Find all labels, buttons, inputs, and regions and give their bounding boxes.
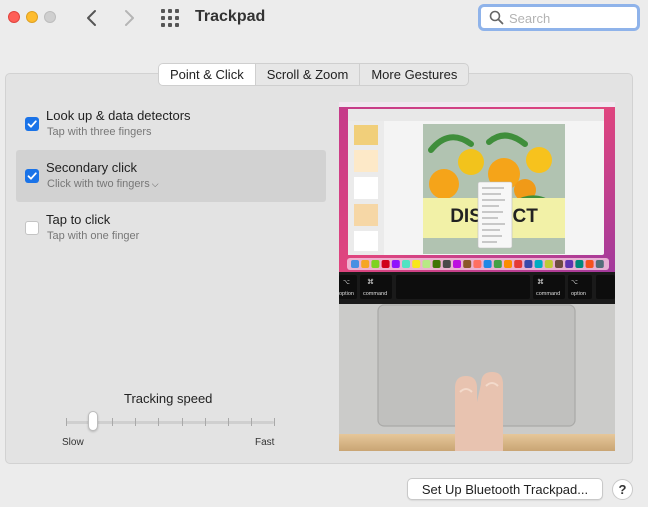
slider-tick: [205, 418, 206, 426]
dock-app-icon: [483, 260, 492, 268]
gesture-preview-video: DISTINCT ⌥ option ⌘ command ⌘ command ⌥ …: [339, 102, 615, 451]
dock-app-icon: [351, 260, 359, 268]
secondary-click-label: Secondary click: [46, 160, 138, 175]
forward-button[interactable]: [118, 7, 140, 29]
dock-app-icon: [534, 260, 543, 268]
dock-app-icon: [402, 260, 410, 268]
slider-tick: [228, 418, 229, 426]
minimize-button[interactable]: [26, 11, 38, 23]
dock-app-icon: [493, 260, 502, 268]
slider-tick: [112, 418, 113, 426]
help-button[interactable]: ?: [612, 479, 633, 500]
key-option-symbol-right: ⌥: [571, 280, 578, 286]
dock-app-icon: [371, 260, 380, 268]
tab-point-and-click[interactable]: Point & Click: [159, 64, 256, 85]
back-button[interactable]: [81, 7, 103, 29]
search-input[interactable]: [509, 9, 629, 27]
slider-tick: [274, 418, 275, 426]
dock-app-icon: [565, 260, 574, 268]
chevron-left-icon: [87, 10, 96, 26]
dock-app-icon: [473, 260, 482, 268]
secondary-click-sublabel: Click with two fingers: [47, 178, 150, 190]
look-up-label: Look up & data detectors: [46, 108, 191, 123]
dock-app-icon: [585, 260, 594, 268]
dock-app-icon: [412, 260, 421, 268]
option-look-up[interactable]: Look up & data detectors Tap with three …: [16, 98, 326, 150]
key-option-right: option: [571, 291, 586, 297]
dock-app-icon: [514, 260, 523, 268]
dock-app-icon: [504, 260, 512, 268]
dock-app-icon: [595, 260, 604, 268]
tracking-speed-label: Tracking speed: [124, 391, 213, 406]
dock-app-icon: [524, 260, 533, 268]
look-up-sublabel: Tap with three fingers: [47, 126, 152, 138]
dock-app-icon: [381, 260, 390, 268]
slider-tick: [158, 418, 159, 426]
secondary-click-menu[interactable]: Click with two fingers ⌵: [47, 178, 159, 190]
tab-more-gestures[interactable]: More Gestures: [360, 64, 468, 85]
chevron-down-icon: ⌵: [151, 179, 159, 189]
tab-bar: Point & Click Scroll & Zoom More Gesture…: [158, 63, 470, 86]
show-all-grid-icon[interactable]: [161, 9, 179, 27]
key-command-symbol-left: ⌘: [367, 278, 374, 286]
dock-app-icon: [432, 260, 441, 268]
dock-app-icon: [422, 260, 431, 268]
tap-to-click-label: Tap to click: [46, 212, 111, 227]
key-command-left: command: [363, 291, 387, 297]
window-title: Trackpad: [195, 8, 266, 25]
dock-app-icon: [463, 260, 472, 268]
slider-tick: [135, 418, 136, 426]
dock-app-icon: [555, 260, 563, 268]
slider-tick: [251, 418, 252, 426]
preview-illustration: DISTINCT ⌥ option ⌘ command ⌘ command ⌥ …: [339, 102, 615, 451]
title-bar: Trackpad: [0, 0, 648, 36]
dock-app-icon: [391, 260, 400, 268]
slider-tick: [66, 418, 67, 426]
key-option-left: option: [339, 291, 354, 297]
dock-app-icon: [361, 260, 370, 268]
slider-tick: [182, 418, 183, 426]
key-option-symbol-left: ⌥: [343, 280, 350, 286]
tab-scroll-and-zoom[interactable]: Scroll & Zoom: [256, 64, 361, 85]
option-tap-to-click[interactable]: Tap to click Tap with one finger: [16, 202, 326, 254]
look-up-checkbox[interactable]: [25, 117, 39, 131]
secondary-click-checkbox[interactable]: [25, 169, 39, 183]
key-command-right: command: [536, 291, 560, 297]
key-command-symbol-right: ⌘: [537, 278, 544, 286]
tap-to-click-checkbox[interactable]: [25, 221, 39, 235]
tracking-speed-thumb[interactable]: [88, 411, 98, 431]
dock-app-icon: [575, 260, 584, 268]
checkmark-icon: [27, 172, 37, 180]
dock-app-icon: [442, 260, 451, 268]
zoom-button[interactable]: [44, 11, 56, 23]
setup-bluetooth-trackpad-button[interactable]: Set Up Bluetooth Trackpad...: [407, 478, 603, 500]
close-button[interactable]: [8, 11, 20, 23]
checkmark-icon: [27, 120, 37, 128]
fast-label: Fast: [255, 437, 275, 448]
search-icon: [489, 10, 504, 25]
chevron-right-icon: [125, 10, 134, 26]
slow-label: Slow: [62, 437, 84, 448]
tap-to-click-sublabel: Tap with one finger: [47, 230, 140, 242]
dock-app-icon: [544, 260, 553, 268]
option-secondary-click[interactable]: Secondary click Click with two fingers ⌵: [16, 150, 326, 202]
dock-app-icon: [453, 260, 461, 268]
search-field[interactable]: [478, 4, 640, 31]
